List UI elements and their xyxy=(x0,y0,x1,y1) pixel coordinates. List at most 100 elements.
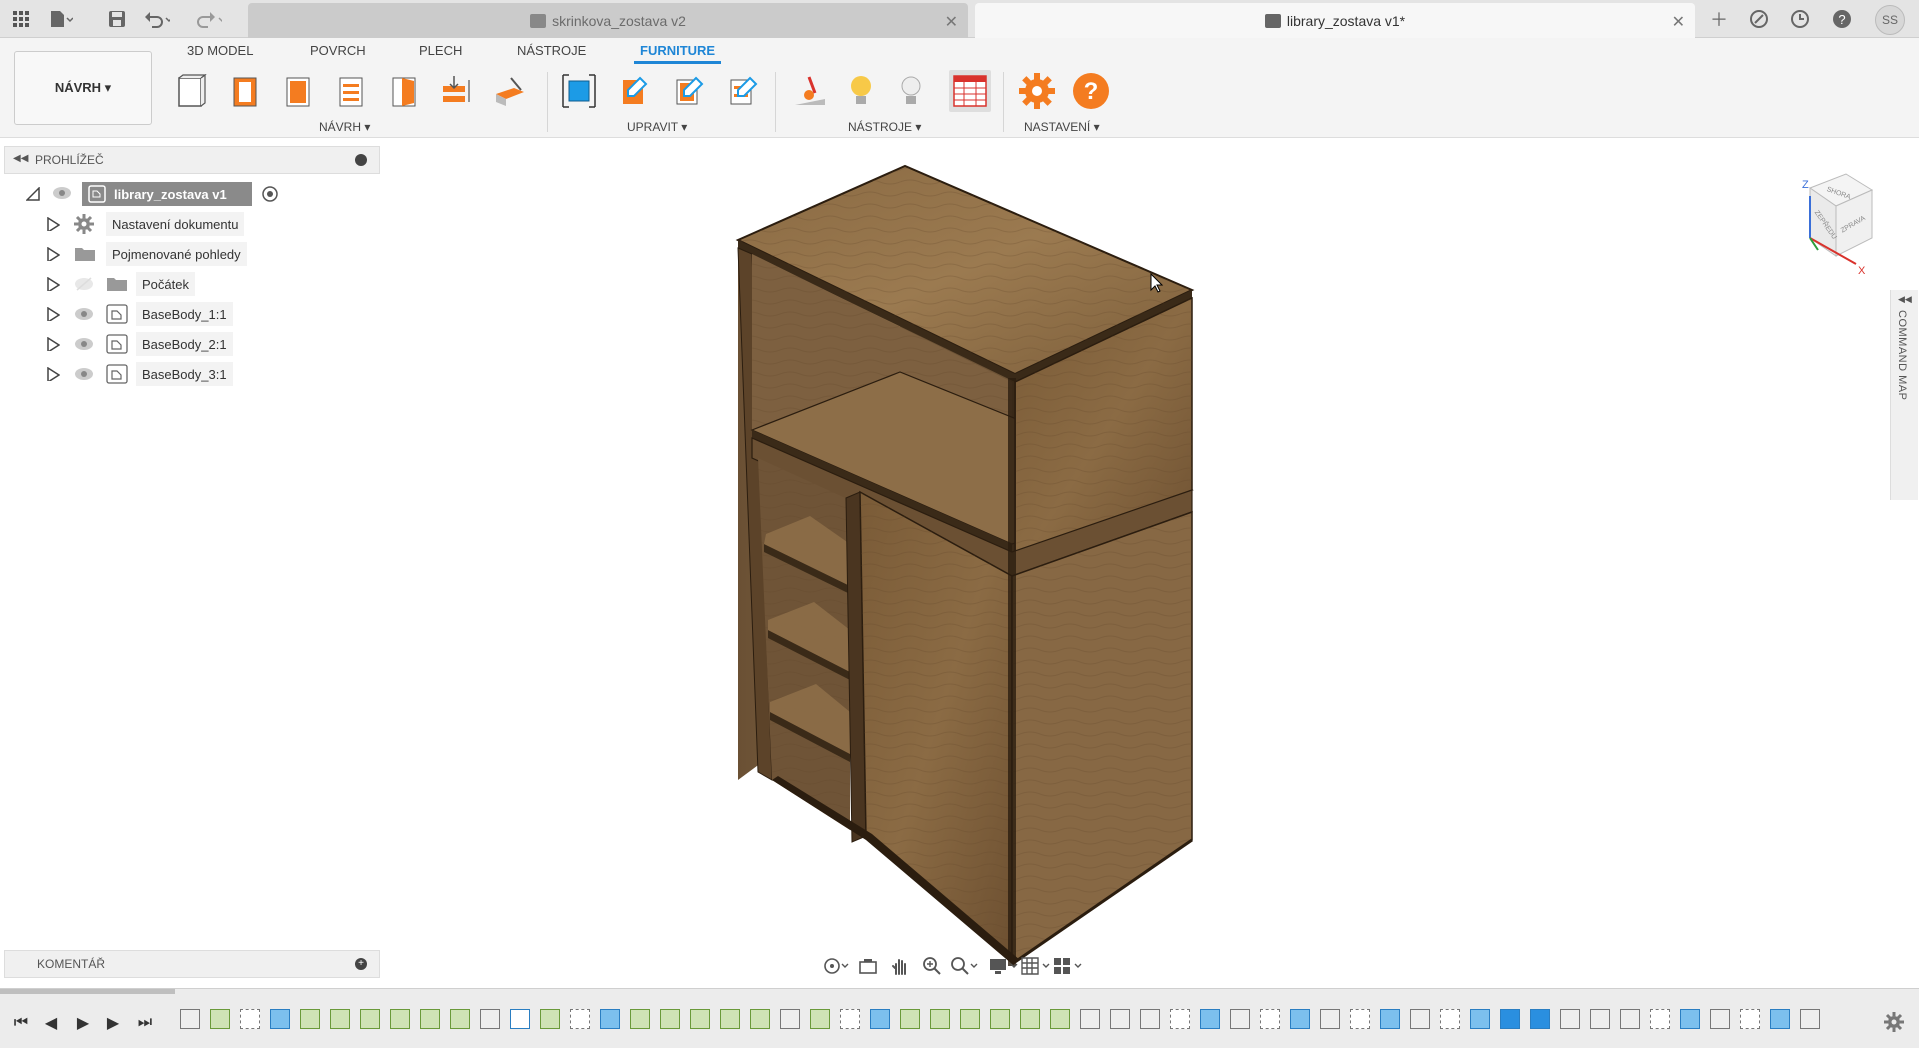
shelf-tool-icon[interactable] xyxy=(330,70,372,112)
timeline-feature-icon[interactable] xyxy=(1770,1009,1790,1029)
activate-radio-icon[interactable] xyxy=(262,186,278,202)
expand-arrow-icon[interactable] xyxy=(26,187,40,201)
hidden-eye-icon[interactable] xyxy=(74,277,94,291)
gear-icon[interactable] xyxy=(1016,70,1058,112)
cabinet-model[interactable] xyxy=(380,140,1892,985)
step-back-icon[interactable]: ◀ xyxy=(40,1013,62,1033)
timeline-feature-icon[interactable] xyxy=(660,1009,680,1029)
minimize-circle-icon[interactable] xyxy=(355,154,367,166)
timeline-feature-icon[interactable] xyxy=(1350,1009,1370,1029)
undo-icon[interactable] xyxy=(144,6,170,32)
expand-arrow-icon[interactable] xyxy=(46,337,60,351)
timeline-feature-icon[interactable] xyxy=(1680,1009,1700,1029)
timeline-feature-icon[interactable] xyxy=(1200,1009,1220,1029)
tree-row-document-settings[interactable]: Nastavení dokumentu xyxy=(40,211,280,237)
timeline-feature-icon[interactable] xyxy=(360,1009,380,1029)
timeline-feature-icon[interactable] xyxy=(480,1009,500,1029)
timeline-feature-icon[interactable] xyxy=(1110,1009,1130,1029)
timeline-feature-icon[interactable] xyxy=(870,1009,890,1029)
timeline-feature-icon[interactable] xyxy=(1320,1009,1340,1029)
expand-arrow-icon[interactable] xyxy=(46,367,60,381)
timeline-feature-icon[interactable] xyxy=(390,1009,410,1029)
timeline-feature-icon[interactable] xyxy=(990,1009,1010,1029)
tree-row-named-views[interactable]: Pojmenované pohledy xyxy=(40,241,280,267)
expand-arrow-icon[interactable] xyxy=(46,307,60,321)
timeline-feature-icon[interactable] xyxy=(1800,1009,1820,1029)
visibility-eye-icon[interactable] xyxy=(52,186,72,200)
tree-row-basebody-3[interactable]: BaseBody_3:1 xyxy=(40,361,280,387)
timeline-feature-icon[interactable] xyxy=(1530,1009,1550,1029)
timeline-feature-icon[interactable] xyxy=(1050,1009,1070,1029)
timeline-feature-icon[interactable] xyxy=(1590,1009,1610,1029)
collapse-double-arrow-icon[interactable]: ◀◀ xyxy=(13,153,28,164)
base-body-tool-icon[interactable] xyxy=(170,70,212,112)
3d-viewport[interactable]: SHORA ZEPŘEDU ZPRAVA Z X xyxy=(380,140,1892,985)
tab-skrinkova-zostava[interactable]: skrinkova_zostava v2 ✕ xyxy=(248,3,968,38)
timeline-feature-icon[interactable] xyxy=(1410,1009,1430,1029)
tree-row-basebody-2[interactable]: BaseBody_2:1 xyxy=(40,331,280,357)
visibility-eye-icon[interactable] xyxy=(74,337,94,351)
timeline-feature-icon[interactable] xyxy=(780,1009,800,1029)
viewports-icon[interactable] xyxy=(1052,952,1084,980)
job-status-icon[interactable] xyxy=(1785,5,1815,33)
tab-library-zostava[interactable]: library_zostava v1* ✕ xyxy=(975,3,1695,38)
timeline-feature-icon[interactable] xyxy=(270,1009,290,1029)
app-grid-icon[interactable] xyxy=(8,6,34,32)
door-tool-icon[interactable] xyxy=(383,70,425,112)
timeline[interactable]: ⏮ ◀ ▶ ▶ ⏭ xyxy=(0,988,1919,1048)
timeline-feature-icon[interactable] xyxy=(1260,1009,1280,1029)
expand-arrow-icon[interactable] xyxy=(46,217,60,231)
panel-back-tool-icon[interactable] xyxy=(277,70,319,112)
close-icon[interactable]: ✕ xyxy=(945,12,958,32)
expand-double-arrow-icon[interactable]: ◀◀ xyxy=(1898,294,1912,305)
redo-icon[interactable] xyxy=(196,6,222,32)
measure-tool-icon[interactable] xyxy=(789,70,831,112)
timeline-settings-gear-icon[interactable] xyxy=(1883,1011,1905,1033)
expand-arrow-icon[interactable] xyxy=(46,247,60,261)
timeline-feature-icon[interactable] xyxy=(1020,1009,1040,1029)
go-to-end-icon[interactable]: ⏭ xyxy=(134,1013,156,1033)
timeline-feature-icon[interactable] xyxy=(600,1009,620,1029)
tab-3d-model[interactable]: 3D MODEL xyxy=(187,43,253,58)
visibility-eye-icon[interactable] xyxy=(74,307,94,321)
timeline-feature-icon[interactable] xyxy=(1230,1009,1250,1029)
timeline-feature-icon[interactable] xyxy=(300,1009,320,1029)
edit-shelf-tool-icon[interactable] xyxy=(668,70,710,112)
timeline-feature-icon[interactable] xyxy=(1650,1009,1670,1029)
workspace-switcher-button[interactable]: NÁVRH ▾ xyxy=(14,51,152,125)
timeline-feature-icon[interactable] xyxy=(510,1009,530,1029)
cut-tool-icon[interactable] xyxy=(490,70,532,112)
timeline-feature-icon[interactable] xyxy=(450,1009,470,1029)
tree-row-root[interactable]: library_zostava v1 xyxy=(20,181,300,207)
timeline-feature-icon[interactable] xyxy=(1620,1009,1640,1029)
divider-tool-icon[interactable] xyxy=(436,70,478,112)
help-question-icon[interactable]: ? xyxy=(1070,70,1112,112)
timeline-feature-icon[interactable] xyxy=(1140,1009,1160,1029)
timeline-feature-icon[interactable] xyxy=(1170,1009,1190,1029)
timeline-feature-icon[interactable] xyxy=(540,1009,560,1029)
tree-row-basebody-1[interactable]: BaseBody_1:1 xyxy=(40,301,280,327)
timeline-feature-icon[interactable] xyxy=(720,1009,740,1029)
step-forward-icon[interactable]: ▶ xyxy=(102,1013,124,1033)
timeline-feature-icon[interactable] xyxy=(750,1009,770,1029)
timeline-feature-icon[interactable] xyxy=(570,1009,590,1029)
timeline-feature-icon[interactable] xyxy=(840,1009,860,1029)
timeline-feature-icon[interactable] xyxy=(1500,1009,1520,1029)
panel-front-tool-icon[interactable] xyxy=(224,70,266,112)
timeline-feature-icon[interactable] xyxy=(810,1009,830,1029)
timeline-scroll-track[interactable] xyxy=(0,989,175,994)
add-comment-icon[interactable]: + xyxy=(355,958,367,970)
grid-settings-icon[interactable] xyxy=(1020,952,1052,980)
timeline-feature-icon[interactable] xyxy=(1080,1009,1100,1029)
timeline-feature-icon[interactable] xyxy=(1290,1009,1310,1029)
zoom-window-icon[interactable] xyxy=(948,952,980,980)
timeline-feature-icon[interactable] xyxy=(690,1009,710,1029)
timeline-feature-icon[interactable] xyxy=(240,1009,260,1029)
timeline-feature-icon[interactable] xyxy=(210,1009,230,1029)
file-menu-icon[interactable] xyxy=(48,6,74,32)
light-bulb-tool-icon[interactable] xyxy=(840,70,882,112)
zoom-icon[interactable] xyxy=(916,952,948,980)
group-upravit-label[interactable]: UPRAVIT ▾ xyxy=(627,120,687,134)
tree-row-origin[interactable]: Počátek xyxy=(40,271,280,297)
timeline-feature-icon[interactable] xyxy=(420,1009,440,1029)
